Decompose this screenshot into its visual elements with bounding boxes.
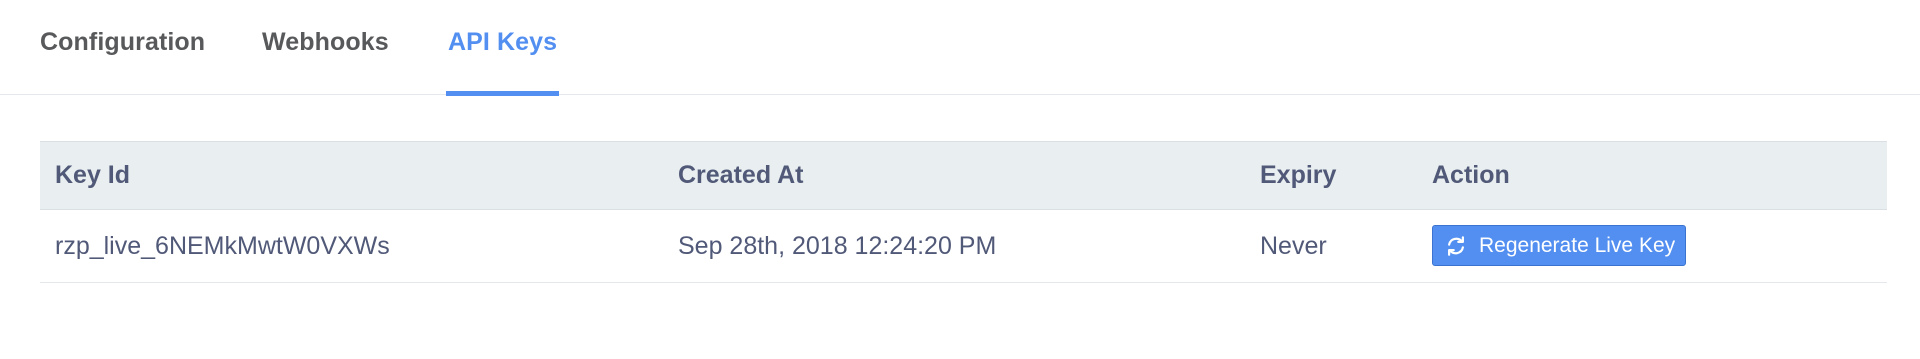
- refresh-icon: [1445, 235, 1467, 257]
- regenerate-live-key-button[interactable]: Regenerate Live Key: [1432, 225, 1687, 266]
- key-id-cell: rzp_live_6NEMkMwtW0VXWs: [55, 232, 390, 260]
- column-header-created-at: Created At: [678, 161, 804, 189]
- tab-bar: Configuration Webhooks API Keys: [0, 0, 1920, 96]
- column-header-expiry: Expiry: [1260, 161, 1337, 189]
- tab-webhooks[interactable]: Webhooks: [262, 0, 389, 95]
- tab-api-keys[interactable]: API Keys: [446, 0, 560, 96]
- created-at-cell: Sep 28th, 2018 12:24:20 PM: [678, 232, 997, 260]
- expiry-cell: Never: [1260, 232, 1327, 260]
- table-header: Key Id Created At Expiry Action: [40, 141, 1887, 210]
- regenerate-live-key-label: Regenerate Live Key: [1479, 233, 1676, 257]
- table-row: rzp_live_6NEMkMwtW0VXWs Sep 28th, 2018 1…: [40, 210, 1887, 283]
- api-keys-table: Key Id Created At Expiry Action rzp_live…: [40, 141, 1887, 283]
- tab-configuration[interactable]: Configuration: [40, 0, 205, 95]
- column-header-key-id: Key Id: [55, 161, 131, 189]
- column-header-action: Action: [1432, 161, 1510, 189]
